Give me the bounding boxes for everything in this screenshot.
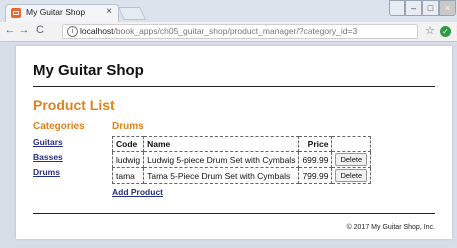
category-link-basses[interactable]: Basses bbox=[33, 152, 63, 162]
table-row: tama Tama 5-Piece Drum Set with Cymbals … bbox=[111, 167, 372, 184]
browser-menu-icon[interactable]: ⋮ bbox=[452, 24, 457, 37]
footer-divider bbox=[33, 213, 435, 214]
cell-action: Delete bbox=[331, 151, 372, 168]
footer-copyright: © 2017 My Guitar Shop, Inc. bbox=[346, 224, 435, 231]
tab-my-guitar-shop[interactable]: My Guitar Shop × bbox=[5, 4, 119, 22]
column-header-action bbox=[331, 136, 372, 152]
url-path: /book_apps/ch05_guitar_shop/product_mana… bbox=[113, 26, 358, 36]
cell-name: Tama 5-Piece Drum Set with Cymbals bbox=[143, 167, 300, 184]
category-link-drums[interactable]: Drums bbox=[33, 167, 60, 177]
profile-icon[interactable] bbox=[389, 0, 405, 16]
header-divider bbox=[33, 86, 435, 87]
site-title: My Guitar Shop bbox=[33, 62, 144, 79]
bookmark-star-icon[interactable]: ☆ bbox=[425, 24, 435, 37]
browser-toolbar: ← → C i localhost/book_apps/ch05_guitar_… bbox=[0, 22, 457, 42]
cell-code: ludwig bbox=[111, 151, 145, 168]
site-favicon-icon bbox=[11, 8, 21, 18]
table-row: ludwig Ludwig 5-piece Drum Set with Cymb… bbox=[111, 151, 372, 168]
table-header-row: Code Name Price bbox=[111, 136, 372, 152]
delete-button[interactable]: Delete bbox=[335, 153, 368, 166]
category-link-guitars[interactable]: Guitars bbox=[33, 137, 63, 147]
url-host: localhost bbox=[80, 26, 114, 36]
cell-action: Delete bbox=[331, 167, 372, 184]
tab-close-icon[interactable]: × bbox=[106, 6, 112, 17]
url-text: localhost/book_apps/ch05_guitar_shop/pro… bbox=[80, 25, 357, 38]
back-arrow-icon[interactable]: ← bbox=[4, 24, 16, 36]
cell-price: 699.99 bbox=[298, 151, 333, 168]
page-title: Product List bbox=[33, 97, 115, 113]
column-header-name: Name bbox=[143, 136, 300, 152]
cell-code: tama bbox=[111, 167, 145, 184]
forward-arrow-icon[interactable]: → bbox=[18, 24, 30, 36]
selected-category-heading: Drums bbox=[112, 121, 144, 132]
delete-button[interactable]: Delete bbox=[335, 169, 368, 182]
column-header-price: Price bbox=[298, 136, 333, 152]
reload-icon[interactable]: C bbox=[34, 24, 46, 36]
browser-window: My Guitar Shop × – □ × ← → C i localhost… bbox=[0, 0, 457, 248]
cell-name: Ludwig 5-piece Drum Set with Cymbals bbox=[143, 151, 300, 168]
info-icon[interactable]: i bbox=[67, 26, 78, 37]
new-tab-button[interactable] bbox=[117, 7, 147, 20]
column-header-code: Code bbox=[111, 136, 145, 152]
categories-heading: Categories bbox=[33, 121, 85, 132]
address-bar[interactable]: i localhost/book_apps/ch05_guitar_shop/p… bbox=[62, 24, 418, 39]
add-product-link[interactable]: Add Product bbox=[112, 187, 163, 197]
minimize-button[interactable]: – bbox=[405, 0, 422, 16]
maximize-button[interactable]: □ bbox=[422, 0, 439, 16]
cell-price: 799.99 bbox=[298, 167, 333, 184]
extension-check-icon[interactable]: ✓ bbox=[440, 26, 451, 37]
page-content: My Guitar Shop Product List Categories G… bbox=[16, 46, 452, 239]
tab-title: My Guitar Shop bbox=[26, 7, 86, 17]
tab-bar: My Guitar Shop × – □ × bbox=[0, 0, 457, 22]
product-table: Code Name Price ludwig Ludwig 5-piece Dr… bbox=[111, 136, 372, 184]
page-viewport: My Guitar Shop Product List Categories G… bbox=[0, 42, 457, 248]
close-window-button[interactable]: × bbox=[439, 0, 456, 16]
